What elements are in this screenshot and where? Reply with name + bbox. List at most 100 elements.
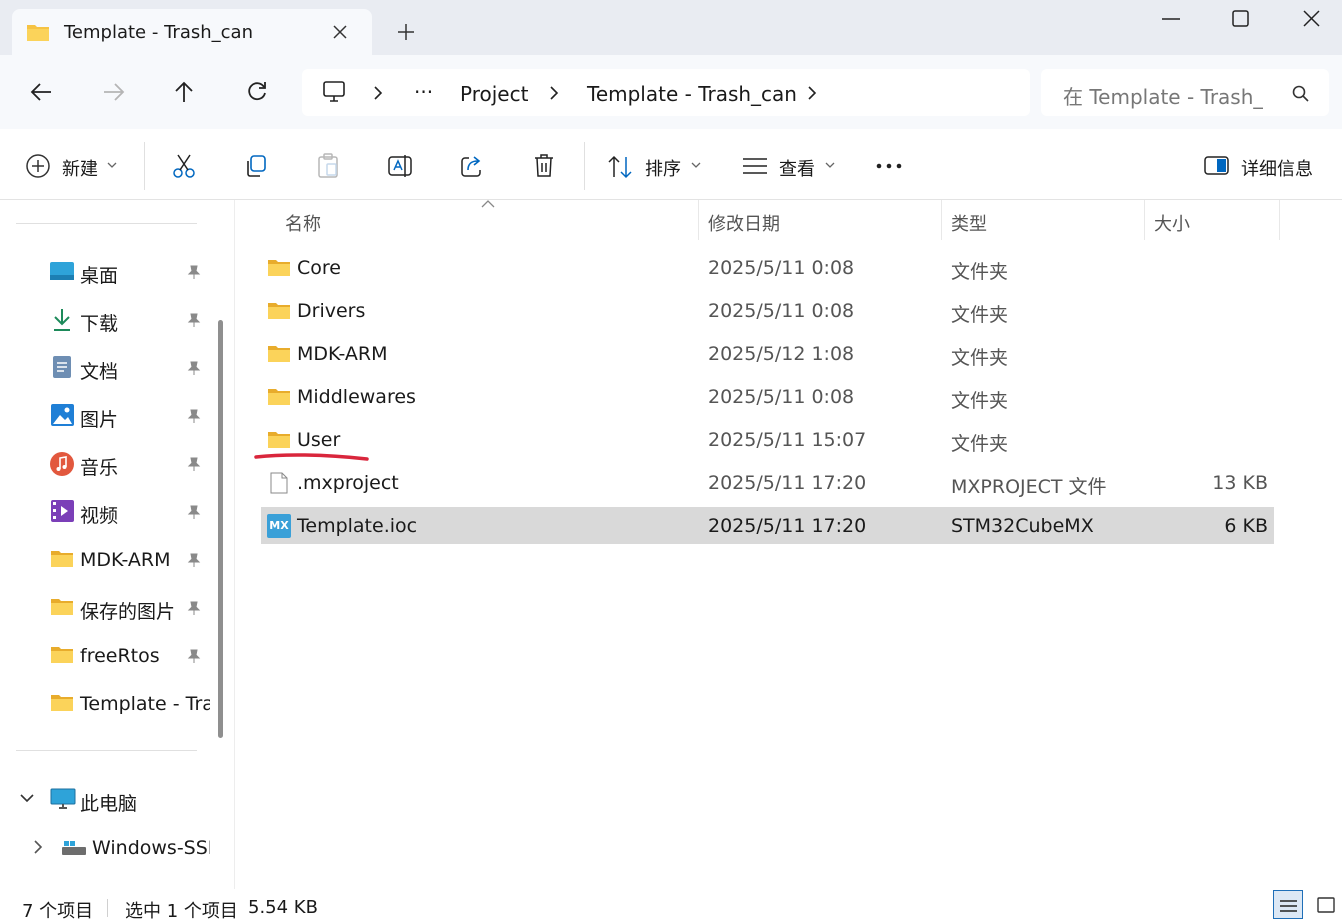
file-date: 2025/5/11 17:20	[708, 515, 867, 537]
new-tab-plus-icon[interactable]	[397, 23, 415, 41]
view-button[interactable]: 查看	[738, 146, 843, 186]
sidebar-item-freertos[interactable]: freeRtos	[0, 632, 210, 680]
column-separator[interactable]	[941, 200, 942, 240]
file-name[interactable]: MDK-ARM	[297, 343, 388, 365]
sort-ascending-caret-icon	[481, 200, 495, 208]
details-view-toggle[interactable]	[1273, 890, 1303, 919]
close-icon[interactable]	[332, 24, 348, 40]
file-name[interactable]: Middlewares	[297, 386, 416, 408]
sort-icon	[608, 155, 632, 179]
sidebar-item-documents[interactable]: 文档	[0, 344, 210, 392]
breadcrumb-current-folder[interactable]: Template - Trash_can	[587, 82, 797, 106]
file-icon	[270, 472, 288, 494]
sidebar-item-label: MDK-ARM	[80, 549, 171, 571]
new-button[interactable]: 新建	[18, 146, 128, 186]
search-icon[interactable]	[1292, 85, 1310, 103]
file-type: STM32CubeMX	[951, 515, 1094, 537]
more-options-icon[interactable]	[876, 163, 902, 169]
tiles-view-toggle[interactable]	[1313, 890, 1339, 919]
back-arrow-icon[interactable]	[30, 82, 52, 102]
pin-icon[interactable]	[186, 360, 202, 376]
sidebar-item-label: Template - Tras	[80, 693, 210, 715]
tab-active[interactable]: Template - Trash_can	[12, 9, 372, 55]
sidebar-scrollbar[interactable]	[218, 320, 223, 738]
file-date: 2025/5/12 1:08	[708, 343, 855, 365]
chevron-right-icon[interactable]	[33, 840, 43, 854]
status-selection-size: 5.54 KB	[248, 897, 318, 918]
pin-icon[interactable]	[186, 648, 202, 664]
sidebar-divider	[16, 750, 197, 751]
column-header-name[interactable]: 名称	[285, 210, 321, 236]
column-separator[interactable]	[1144, 200, 1145, 240]
sidebar-item-label: 音乐	[80, 457, 119, 479]
column-header-size[interactable]: 大小	[1154, 210, 1190, 236]
sidebar-item-label: 文档	[80, 361, 119, 383]
sidebar-item-pictures[interactable]: 图片	[0, 392, 210, 440]
delete-trash-icon[interactable]	[532, 153, 556, 179]
search-input[interactable]: 在 Template - Trash_c	[1063, 81, 1263, 110]
chevron-right-icon[interactable]	[807, 85, 817, 101]
pin-icon[interactable]	[186, 504, 202, 520]
sidebar-item-desktop[interactable]: 桌面	[0, 248, 210, 296]
tiles-view-icon	[1317, 897, 1335, 913]
chevron-right-icon[interactable]	[549, 85, 559, 101]
forward-arrow-icon[interactable]	[103, 82, 125, 102]
pin-icon[interactable]	[186, 312, 202, 328]
toolbar-divider	[144, 142, 145, 190]
chevron-down-icon	[107, 162, 117, 168]
sidebar-item-label: 下载	[80, 313, 119, 335]
refresh-icon[interactable]	[246, 81, 268, 103]
video-icon	[51, 500, 74, 522]
pin-icon[interactable]	[186, 552, 202, 568]
maximize-icon[interactable]	[1232, 10, 1250, 28]
pin-icon[interactable]	[186, 264, 202, 280]
sidebar-item-label: 视频	[80, 505, 119, 527]
file-type: 文件夹	[951, 433, 1009, 455]
sidebar-item-saved-pictures[interactable]: 保存的图片	[0, 584, 210, 632]
file-name[interactable]: .mxproject	[297, 472, 399, 494]
file-name[interactable]: User	[297, 429, 340, 451]
file-name[interactable]: Template.ioc	[297, 515, 417, 537]
sidebar-item-mdk-arm[interactable]: MDK-ARM	[0, 536, 210, 584]
minimize-icon[interactable]	[1162, 17, 1180, 21]
breadcrumb-more[interactable]: ···	[414, 80, 433, 104]
plus-circle-icon	[26, 154, 50, 178]
cut-scissors-icon[interactable]	[172, 153, 196, 179]
chevron-down-icon[interactable]	[20, 794, 34, 804]
sidebar-item-this-pc[interactable]: 此电脑	[0, 776, 210, 824]
download-icon	[54, 309, 70, 331]
details-view-icon	[1280, 900, 1297, 912]
sidebar-item-downloads[interactable]: 下载	[0, 296, 210, 344]
column-separator[interactable]	[1279, 200, 1280, 240]
sort-button[interactable]: 排序	[603, 146, 708, 186]
details-pane-button[interactable]: 详细信息	[1200, 146, 1330, 186]
column-header-date[interactable]: 修改日期	[708, 210, 780, 236]
sidebar-item-label: 图片	[80, 409, 119, 431]
sort-label: 排序	[645, 159, 681, 180]
column-separator[interactable]	[698, 200, 699, 240]
pin-icon[interactable]	[186, 456, 202, 472]
up-arrow-icon[interactable]	[174, 81, 194, 103]
sidebar-item-windows-ssd[interactable]: Windows-SSD	[0, 824, 210, 872]
file-name[interactable]: Core	[297, 257, 341, 279]
pin-icon[interactable]	[186, 600, 202, 616]
chevron-right-icon[interactable]	[373, 85, 383, 101]
file-size: 6 KB	[1224, 515, 1268, 537]
sidebar-item-template-trash-can[interactable]: Template - Tras	[0, 680, 210, 728]
breadcrumb-project[interactable]: Project	[460, 82, 528, 106]
pin-icon[interactable]	[186, 408, 202, 424]
sidebar-item-videos[interactable]: 视频	[0, 488, 210, 536]
copy-icon[interactable]	[244, 154, 268, 178]
file-type: 文件夹	[951, 390, 1009, 412]
new-label: 新建	[62, 159, 98, 180]
share-icon[interactable]	[459, 153, 485, 179]
paste-icon[interactable]	[316, 153, 340, 179]
details-label: 详细信息	[1241, 159, 1313, 180]
file-type: MXPROJECT 文件	[951, 476, 1107, 498]
window-close-icon[interactable]	[1303, 10, 1320, 27]
column-header-type[interactable]: 类型	[951, 210, 987, 236]
computer-icon[interactable]	[322, 80, 346, 104]
sidebar-item-music[interactable]: 音乐	[0, 440, 210, 488]
rename-icon[interactable]	[387, 153, 413, 179]
file-name[interactable]: Drivers	[297, 300, 365, 322]
